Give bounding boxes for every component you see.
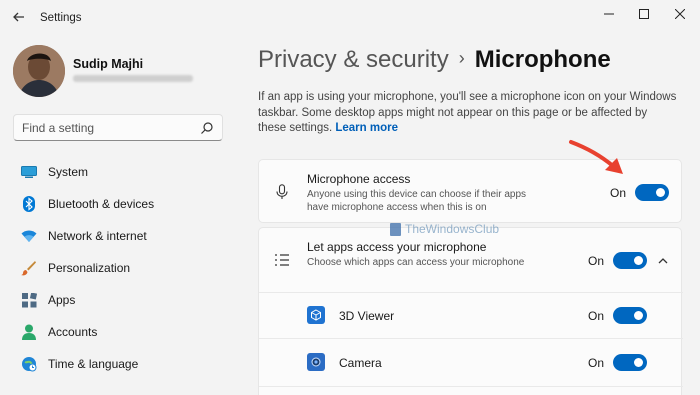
apps-access-subtitle: Choose which apps can access your microp…	[307, 257, 525, 268]
sidebar-item-network[interactable]: Network & internet	[13, 220, 235, 252]
title-bar: Settings	[0, 0, 700, 38]
camera-icon	[307, 353, 325, 371]
apps-access-title: Let apps access your microphone	[307, 240, 487, 254]
apps-access-toggle[interactable]	[613, 252, 647, 269]
system-icon	[21, 164, 37, 180]
sidebar-item-label: Accounts	[48, 325, 98, 339]
description-text: If an app is using your microphone, you'…	[258, 91, 677, 134]
sidebar-item-label: System	[48, 165, 89, 179]
maximize-button[interactable]	[631, 6, 657, 24]
arrow-left-icon	[13, 12, 24, 22]
annotation-arrow-icon	[569, 140, 623, 174]
app-name: Camera	[339, 356, 382, 370]
app-state: On	[588, 356, 605, 370]
page-title: Microphone	[474, 46, 611, 73]
sidebar-item-label: Apps	[48, 293, 76, 307]
breadcrumb-separator-icon: ›	[458, 48, 465, 68]
sidebar-item-label: Bluetooth & devices	[48, 197, 155, 211]
sidebar-nav: System Bluetooth & devices Network & int…	[13, 156, 235, 380]
app-name: 3D Viewer	[339, 309, 395, 323]
personalization-icon	[21, 260, 37, 276]
close-icon	[674, 8, 686, 20]
microphone-access-title: Microphone access	[307, 172, 411, 186]
microphone-access-subtitle: Anyone using this device can choose if t…	[307, 189, 527, 213]
microphone-icon	[276, 184, 288, 199]
sidebar-item-label: Personalization	[48, 261, 131, 275]
search-box[interactable]	[13, 114, 223, 141]
apps-icon	[21, 292, 37, 308]
apps-access-state: On	[588, 254, 605, 268]
sidebar-item-personalization[interactable]: Personalization	[13, 252, 235, 284]
minimize-button[interactable]	[596, 6, 622, 24]
breadcrumb: Privacy & security › Microphone	[258, 46, 611, 74]
microphone-access-state: On	[610, 186, 627, 200]
list-icon	[275, 254, 289, 266]
app-toggle-3d-viewer[interactable]	[613, 307, 647, 324]
watermark: TheWindowsClub	[405, 222, 500, 236]
app-title: Settings	[40, 12, 82, 24]
accounts-icon	[21, 324, 37, 340]
watermark-logo-icon	[390, 223, 401, 236]
sidebar-item-time-language[interactable]: Time & language	[13, 348, 235, 380]
sidebar-item-label: Network & internet	[48, 229, 147, 243]
apps-access-card: Let apps access your microphone Choose w…	[258, 227, 683, 395]
network-icon	[21, 228, 37, 244]
sidebar-item-accounts[interactable]: Accounts	[13, 316, 235, 348]
time-language-icon	[21, 356, 37, 372]
user-email-redacted	[73, 75, 193, 82]
back-button[interactable]	[10, 10, 28, 28]
cube-icon	[307, 306, 325, 324]
microphone-access-toggle[interactable]	[635, 184, 669, 201]
sidebar-item-apps[interactable]: Apps	[13, 284, 235, 316]
app-toggle-camera[interactable]	[613, 354, 647, 371]
learn-more-link[interactable]: Learn more	[335, 122, 398, 134]
sidebar-item-system[interactable]: System	[13, 156, 235, 188]
chevron-up-icon[interactable]	[657, 255, 669, 267]
avatar	[13, 45, 65, 97]
breadcrumb-parent-link[interactable]: Privacy & security	[258, 46, 449, 73]
maximize-icon	[639, 9, 649, 19]
search-input[interactable]	[22, 120, 192, 136]
divider	[259, 386, 683, 387]
search-icon[interactable]	[200, 121, 214, 135]
minimize-icon	[604, 13, 614, 15]
close-button[interactable]	[667, 6, 693, 24]
sidebar-item-label: Time & language	[48, 357, 139, 371]
app-state: On	[588, 309, 605, 323]
divider	[259, 338, 683, 339]
bluetooth-icon	[21, 196, 37, 212]
user-name: Sudip Majhi	[73, 57, 144, 71]
sidebar-item-bluetooth[interactable]: Bluetooth & devices	[13, 188, 235, 220]
divider	[259, 292, 683, 293]
page-description: If an app is using your microphone, you'…	[258, 90, 678, 137]
